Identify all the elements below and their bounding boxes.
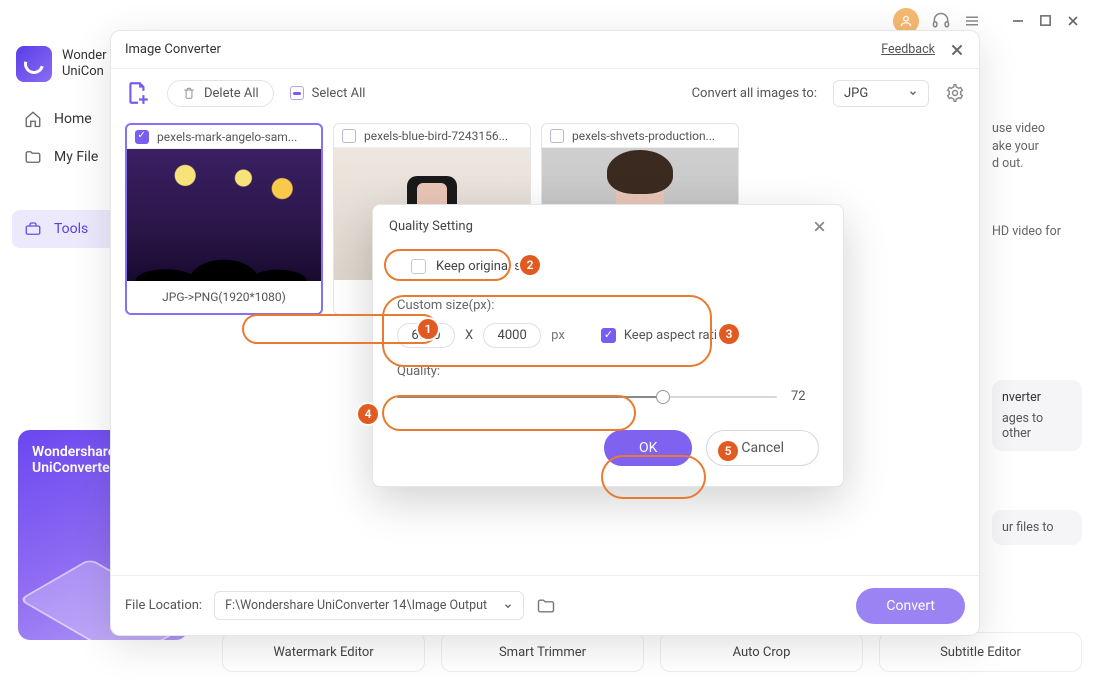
nav-label-home: Home xyxy=(54,111,92,127)
brand-icon xyxy=(16,46,52,82)
card-filename: pexels-shvets-production... xyxy=(572,129,715,143)
quality-slider[interactable] xyxy=(397,396,777,398)
close-button[interactable] xyxy=(1066,14,1080,28)
height-input[interactable] xyxy=(483,323,541,348)
brand-line1: Wonder xyxy=(62,48,107,64)
tool-watermark[interactable]: Watermark Editor xyxy=(222,632,425,672)
card-checkbox[interactable] xyxy=(550,129,564,143)
output-format-select[interactable]: JPG xyxy=(833,80,929,107)
checkbox-icon xyxy=(411,259,426,274)
file-location-label: File Location: xyxy=(125,598,202,613)
window-controls xyxy=(1011,14,1080,28)
card-checkbox[interactable] xyxy=(135,130,149,144)
keep-original-checkbox[interactable]: Keep original size xyxy=(397,251,552,282)
chevron-down-icon xyxy=(503,601,513,611)
brand-text: Wonder UniCon xyxy=(62,48,107,81)
quality-label: Quality: xyxy=(397,364,819,379)
trash-icon xyxy=(182,86,196,100)
quality-title: Quality Setting xyxy=(389,219,473,234)
toolbox-icon xyxy=(24,220,42,238)
tool-trimmer[interactable]: Smart Trimmer xyxy=(441,632,644,672)
width-input[interactable] xyxy=(397,323,455,348)
file-location-select[interactable]: F:\Wondershare UniConverter 14\Image Out… xyxy=(214,591,524,620)
delete-all-label: Delete All xyxy=(204,86,259,101)
bg-card-files: ur files to xyxy=(992,510,1082,545)
delete-all-button[interactable]: Delete All xyxy=(167,80,274,107)
nav-label-files: My File xyxy=(54,149,98,165)
quality-value: 72 xyxy=(791,389,819,404)
keep-aspect-label: Keep aspect ratio xyxy=(624,328,725,343)
maximize-button[interactable] xyxy=(1039,14,1052,28)
card-checkbox[interactable] xyxy=(342,129,356,143)
home-icon xyxy=(24,110,42,128)
chevron-down-icon xyxy=(908,88,918,98)
card-filename: pexels-blue-bird-7243156... xyxy=(364,129,508,143)
checkbox-icon xyxy=(601,328,616,343)
keep-aspect-checkbox[interactable]: Keep aspect ratio xyxy=(601,328,725,343)
hamburger-icon[interactable] xyxy=(963,12,981,30)
select-all-label: Select All xyxy=(312,86,366,101)
add-file-icon[interactable] xyxy=(125,80,151,106)
format-value: JPG xyxy=(844,86,868,101)
dialog-title: Image Converter xyxy=(125,42,221,57)
quality-setting-dialog: Quality Setting Keep original size Custo… xyxy=(372,204,844,487)
convert-all-label: Convert all images to: xyxy=(692,86,817,101)
bg-card-converter: nverter ages to other xyxy=(992,380,1082,451)
image-card-1[interactable]: pexels-mark-angelo-sam... JPG->PNG(1920*… xyxy=(125,123,323,315)
brand-line2: UniCon xyxy=(62,64,107,80)
checkbox-indeterminate-icon xyxy=(290,86,304,100)
unit-label: px xyxy=(551,328,565,343)
headset-icon[interactable] xyxy=(931,11,951,31)
converter-toolbar: Delete All Select All Convert all images… xyxy=(111,69,979,117)
select-all-checkbox[interactable]: Select All xyxy=(290,86,366,101)
slider-knob[interactable] xyxy=(656,390,670,404)
tool-autocrop[interactable]: Auto Crop xyxy=(660,632,863,672)
tool-strip: Watermark Editor Smart Trimmer Auto Crop… xyxy=(222,632,1082,672)
settings-icon[interactable] xyxy=(945,83,965,103)
custom-size-label: Custom size(px): xyxy=(397,298,819,313)
close-icon[interactable] xyxy=(812,219,827,234)
folder-icon xyxy=(24,148,42,166)
thumbnail xyxy=(127,149,321,281)
card-caption: JPG->PNG(1920*1080) xyxy=(127,281,321,313)
close-icon[interactable] xyxy=(949,42,965,58)
converter-footer: File Location: F:\Wondershare UniConvert… xyxy=(111,575,979,635)
tool-subtitle[interactable]: Subtitle Editor xyxy=(879,632,1082,672)
dimension-separator: X xyxy=(465,328,473,343)
cancel-button[interactable]: Cancel xyxy=(706,430,819,466)
custom-size-row: X px Keep aspect ratio xyxy=(397,323,819,348)
ok-button[interactable]: OK xyxy=(604,430,692,466)
card-filename: pexels-mark-angelo-sam... xyxy=(157,130,297,144)
keep-original-label: Keep original size xyxy=(436,259,538,274)
open-folder-icon[interactable] xyxy=(536,596,556,616)
file-location-path: F:\Wondershare UniConverter 14\Image Out… xyxy=(225,598,487,613)
user-icon xyxy=(899,14,913,28)
feedback-link[interactable]: Feedback xyxy=(881,42,935,57)
nav-label-tools: Tools xyxy=(54,221,88,237)
minimize-button[interactable] xyxy=(1011,14,1025,28)
background-text: use videoake yourd out. HD video for xyxy=(992,120,1082,290)
convert-button[interactable]: Convert xyxy=(856,588,965,624)
